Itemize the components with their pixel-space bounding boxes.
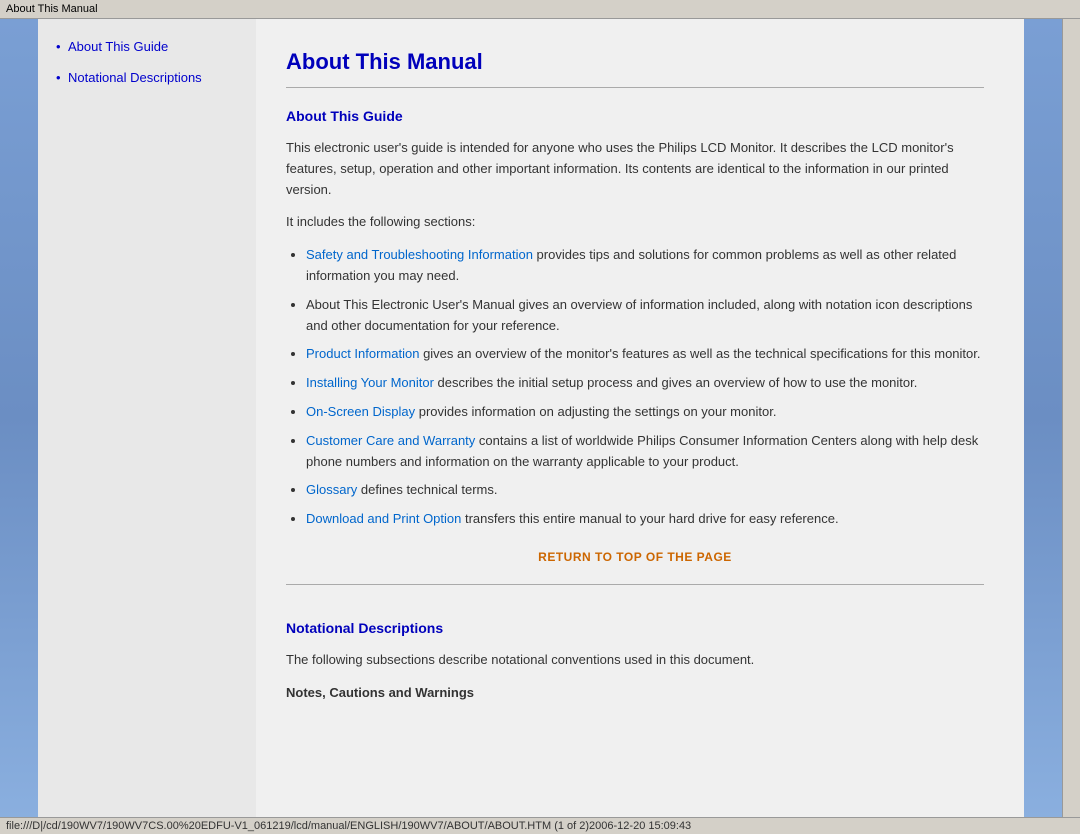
notational-para-1: The following subsections describe notat… — [286, 650, 984, 671]
about-guide-section: About This Guide This electronic user's … — [286, 108, 984, 564]
page-title: About This Manual — [286, 49, 984, 75]
bullet-rest-6: defines technical terms. — [357, 482, 497, 497]
right-accent-bar — [1024, 19, 1062, 817]
bullet-rest-4: provides information on adjusting the se… — [415, 404, 776, 419]
list-item: Download and Print Option transfers this… — [306, 509, 984, 530]
about-guide-para-2: It includes the following sections: — [286, 212, 984, 233]
osd-link[interactable]: On-Screen Display — [306, 404, 415, 419]
notational-title: Notational Descriptions — [286, 620, 984, 636]
list-item: Product Information gives an overview of… — [306, 344, 984, 365]
about-guide-bullet-list: Safety and Troubleshooting Information p… — [306, 245, 984, 530]
list-item: Safety and Troubleshooting Information p… — [306, 245, 984, 287]
about-guide-title: About This Guide — [286, 108, 984, 124]
warranty-link[interactable]: Customer Care and Warranty — [306, 433, 475, 448]
content-area: About This Manual About This Guide This … — [256, 19, 1024, 817]
mid-divider — [286, 584, 984, 585]
return-to-top-link[interactable]: RETURN TO TOP OF THE PAGE — [538, 550, 732, 564]
list-item: Customer Care and Warranty contains a li… — [306, 431, 984, 473]
left-accent-bar — [0, 19, 38, 817]
list-item: On-Screen Display provides information o… — [306, 402, 984, 423]
glossary-link[interactable]: Glossary — [306, 482, 357, 497]
bullet-rest-2: gives an overview of the monitor's featu… — [419, 346, 980, 361]
top-divider — [286, 87, 984, 88]
title-bar: About This Manual — [0, 0, 1080, 19]
sidebar-nav: About This Guide Notational Descriptions — [58, 39, 246, 85]
title-bar-text: About This Manual — [6, 3, 98, 15]
status-bar-text: file:///D|/cd/190WV7/190WV7CS.00%20EDFU-… — [6, 820, 691, 832]
status-bar: file:///D|/cd/190WV7/190WV7CS.00%20EDFU-… — [0, 817, 1080, 834]
bullet-rest-1: About This Electronic User's Manual give… — [306, 297, 972, 333]
notes-cautions-warnings: Notes, Cautions and Warnings — [286, 683, 984, 704]
list-item: Glossary defines technical terms. — [306, 480, 984, 501]
list-item: About This Electronic User's Manual give… — [306, 295, 984, 337]
return-to-top: RETURN TO TOP OF THE PAGE — [286, 550, 984, 564]
sidebar-item-notational[interactable]: Notational Descriptions — [58, 70, 246, 85]
bullet-rest-7: transfers this entire manual to your har… — [461, 511, 838, 526]
sidebar-item-about-guide[interactable]: About This Guide — [58, 39, 246, 54]
safety-link[interactable]: Safety and Troubleshooting Information — [306, 247, 533, 262]
download-link[interactable]: Download and Print Option — [306, 511, 461, 526]
about-guide-para-1: This electronic user's guide is intended… — [286, 138, 984, 200]
bullet-rest-3: describes the initial setup process and … — [434, 375, 917, 390]
installing-link[interactable]: Installing Your Monitor — [306, 375, 434, 390]
list-item: Installing Your Monitor describes the in… — [306, 373, 984, 394]
right-scrollbar[interactable] — [1062, 19, 1080, 817]
product-info-link[interactable]: Product Information — [306, 346, 419, 361]
sidebar: About This Guide Notational Descriptions — [38, 19, 256, 817]
notational-section: Notational Descriptions The following su… — [286, 620, 984, 704]
